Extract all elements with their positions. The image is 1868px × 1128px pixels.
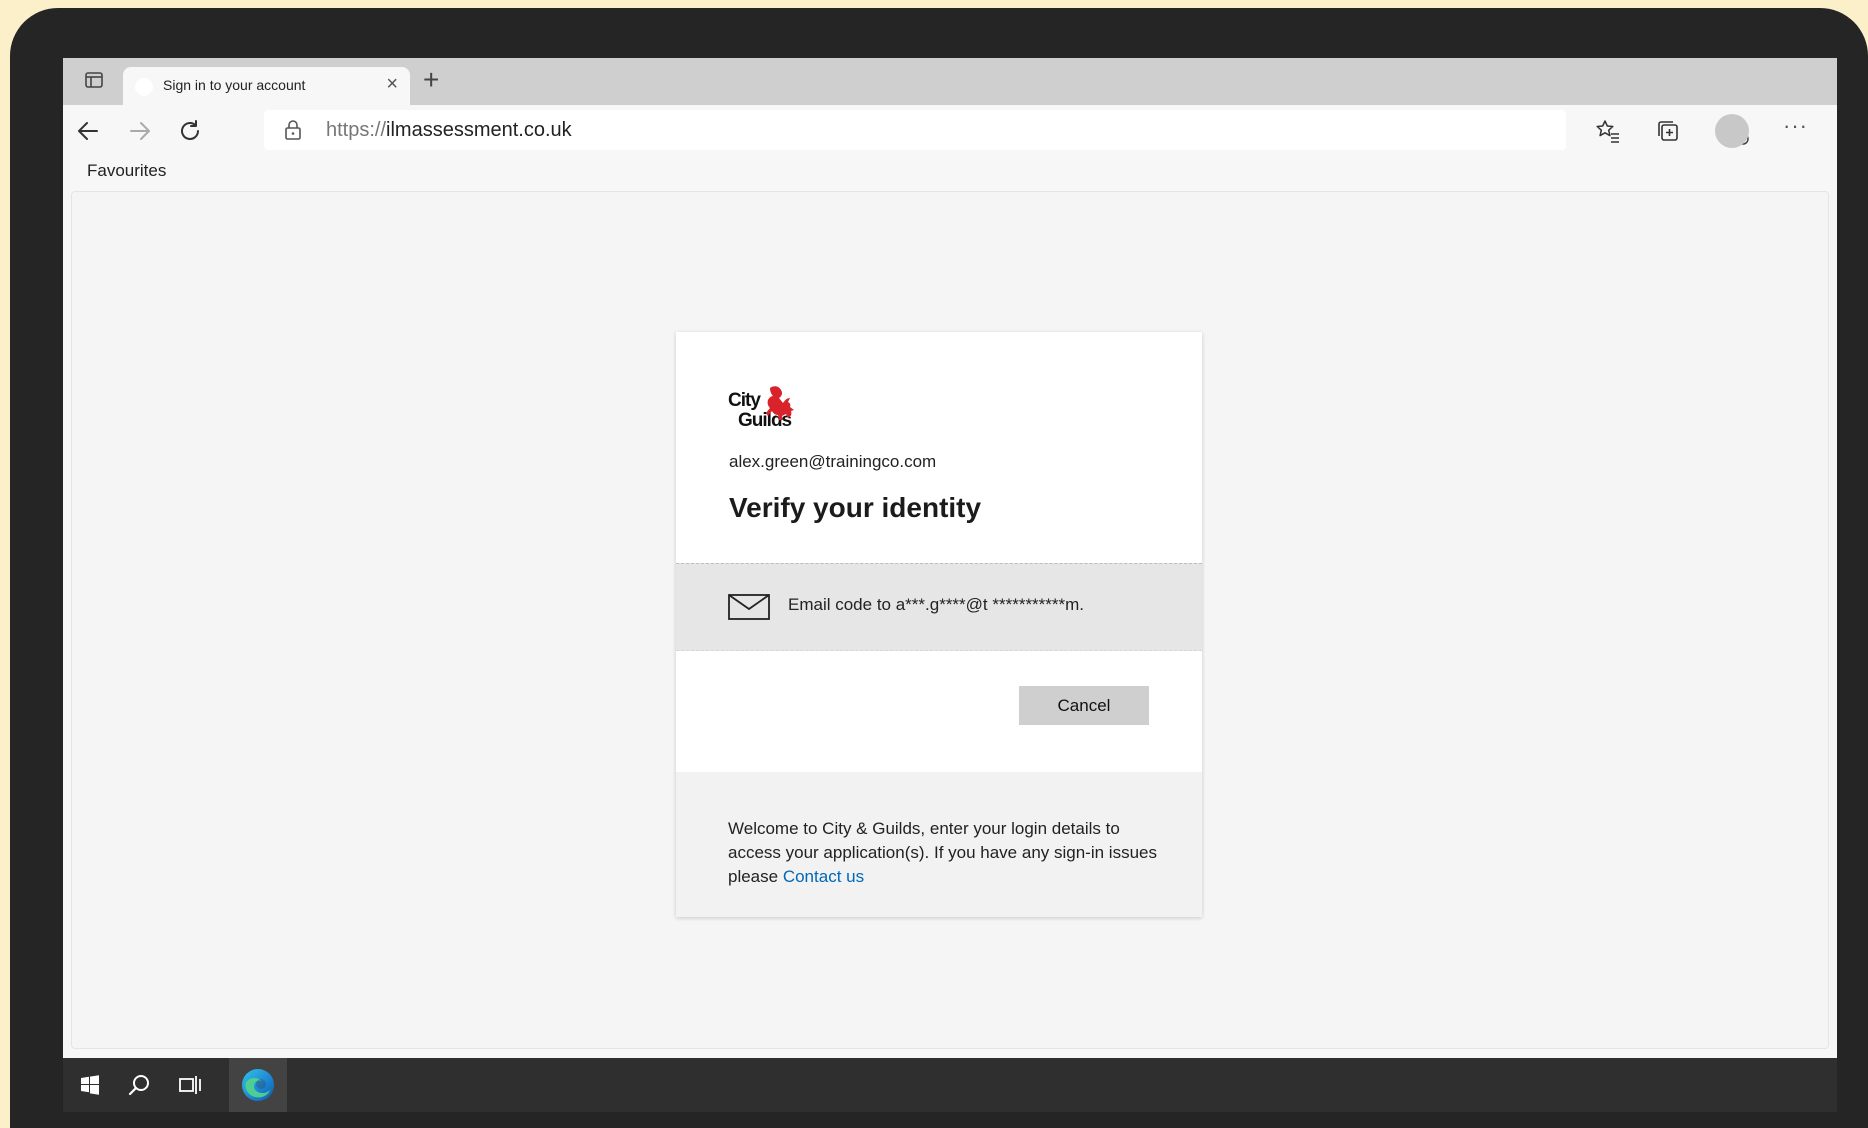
favourites-bar: Favourites: [63, 155, 1837, 191]
browser-window: Sign in to your account × + https://ilma…: [63, 58, 1837, 1112]
profile-avatar[interactable]: [1715, 114, 1749, 148]
contact-us-link[interactable]: Contact us: [783, 867, 864, 886]
welcome-text: Welcome to City & Guilds, enter your log…: [728, 817, 1158, 889]
more-icon[interactable]: ···: [1783, 113, 1808, 139]
tab-actions-icon[interactable]: [85, 72, 103, 88]
favourites-label[interactable]: Favourites: [87, 161, 166, 181]
browser-toolbar: https://ilmassessment.co.uk ···: [63, 105, 1837, 155]
url-protocol: https://: [326, 119, 387, 141]
page-title: Verify your identity: [729, 492, 982, 523]
address-bar[interactable]: https://ilmassessment.co.uk: [264, 110, 1749, 150]
tab-strip: Sign in to your account × +: [63, 58, 1837, 105]
laptop-frame: Sign in to your account × + https://ilma…: [10, 8, 1868, 1128]
tab-title: Sign in to your account: [163, 77, 306, 93]
url-text[interactable]: https://ilmassessment.co.uk: [326, 119, 572, 142]
active-tab[interactable]: Sign in to your account ×: [123, 67, 410, 105]
logo-text-top: City: [728, 390, 761, 411]
page-content: City Guilds alex.green@trainingco.com Ve…: [71, 191, 1829, 1049]
tab-favicon-icon: [135, 78, 153, 96]
lock-icon[interactable]: [284, 120, 302, 140]
cancel-button[interactable]: Cancel: [1019, 686, 1149, 725]
edge-icon: [242, 1069, 274, 1101]
email-code-label: Email code to a***.g****@t ***********m.: [788, 595, 1085, 614]
login-card: City Guilds alex.green@trainingco.com Ve…: [676, 332, 1202, 917]
back-arrow-icon[interactable]: [75, 118, 101, 144]
collections-icon[interactable]: [1655, 118, 1681, 144]
welcome-footer: Welcome to City & Guilds, enter your log…: [676, 772, 1202, 917]
task-view-icon[interactable]: [177, 1072, 203, 1098]
forward-arrow-icon[interactable]: [127, 118, 153, 144]
windows-start-icon[interactable]: [77, 1072, 103, 1098]
email-code-option[interactable]: Email code to a***.g****@t ***********m.: [676, 563, 1202, 651]
favorites-icon[interactable]: [1595, 118, 1621, 144]
city-guilds-logo: City Guilds: [728, 386, 794, 430]
mail-icon: [728, 594, 770, 620]
tab-close-icon[interactable]: ×: [386, 74, 398, 94]
account-email: alex.green@trainingco.com: [729, 452, 937, 471]
search-icon[interactable]: [127, 1072, 153, 1098]
new-tab-button[interactable]: +: [423, 66, 439, 94]
url-host: ilmassessment.co.uk: [386, 119, 572, 141]
refresh-icon[interactable]: [177, 118, 203, 144]
